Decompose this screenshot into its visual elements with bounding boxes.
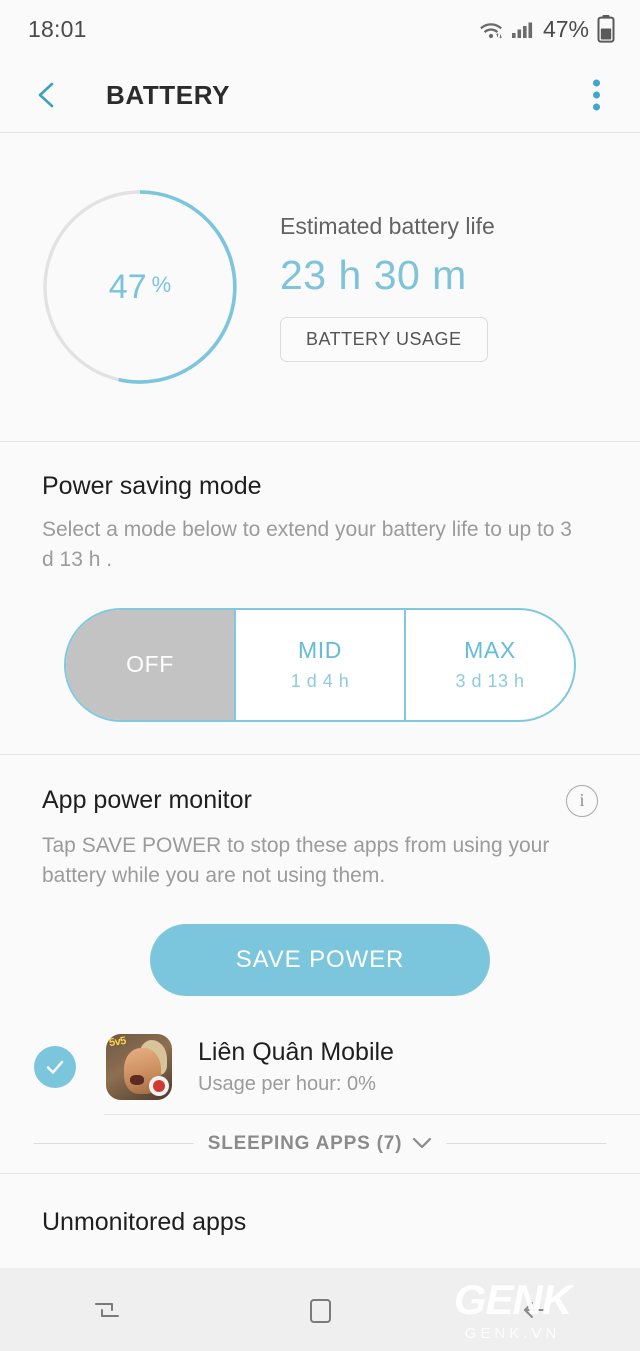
mode-option-mid[interactable]: MID 1 d 4 h xyxy=(236,609,406,720)
info-icon[interactable]: i xyxy=(566,784,598,817)
battery-icon xyxy=(597,15,615,43)
check-icon xyxy=(46,1060,64,1074)
sleeping-apps-label-group: SLEEPING APPS (7) xyxy=(194,1133,447,1155)
app-power-monitor-header: App power monitor i xyxy=(42,784,598,817)
back-arrow-icon xyxy=(524,1301,545,1318)
list-item[interactable]: 5v5 Liên Quân Mobile Usage per hour: 0% xyxy=(0,1020,640,1114)
wifi-icon xyxy=(480,23,503,39)
app-icon-mouth xyxy=(129,1074,145,1086)
battery-gauge-label: 47 % xyxy=(40,187,240,387)
app-power-monitor-section: App power monitor i Tap SAVE POWER to st… xyxy=(0,755,640,996)
recents-icon xyxy=(94,1302,119,1317)
unmonitored-apps-title: Unmonitored apps xyxy=(42,1207,247,1236)
mode-option-max-label: MAX xyxy=(464,637,516,664)
app-text: Liên Quân Mobile Usage per hour: 0% xyxy=(198,1037,394,1096)
estimated-battery-life-label: Estimated battery life xyxy=(280,212,495,239)
sleeping-apps-line-left xyxy=(34,1143,194,1145)
app-power-monitor-description: Tap SAVE POWER to stop these apps from u… xyxy=(42,833,550,888)
mode-option-off[interactable]: OFF xyxy=(66,609,236,720)
battery-gauge-value: 47 xyxy=(108,267,147,306)
sleeping-apps-label: SLEEPING APPS (7) xyxy=(207,1132,403,1154)
status-indicators: 47% xyxy=(478,14,616,44)
power-saving-section: Power saving mode Select a mode below to… xyxy=(0,442,640,722)
status-battery-percent: 47% xyxy=(542,15,589,42)
status-bar: 18:01 47% xyxy=(0,0,640,58)
app-icon-emblem xyxy=(148,1075,169,1096)
back-button[interactable] xyxy=(488,1280,578,1340)
lien-quan-mobile-app-icon: 5v5 xyxy=(106,1033,172,1100)
navigation-bar: GENK GENK.VN xyxy=(0,1268,640,1351)
sleeping-apps-toggle[interactable]: SLEEPING APPS (7) xyxy=(0,1115,640,1173)
battery-gauge-symbol: % xyxy=(151,272,172,297)
page-title: BATTERY xyxy=(106,79,231,110)
power-saving-title: Power saving mode xyxy=(42,472,262,500)
power-saving-description: Select a mode below to extend your batte… xyxy=(42,518,572,572)
battery-usage-button[interactable]: BATTERY USAGE xyxy=(280,316,488,362)
app-icon-badge: 5v5 xyxy=(107,1035,127,1050)
more-options-icon[interactable] xyxy=(587,74,606,117)
mode-option-max-sub: 3 d 13 h xyxy=(455,671,525,692)
signal-bars-icon xyxy=(511,22,533,38)
mode-option-mid-label: MID xyxy=(298,637,342,664)
chevron-down-icon xyxy=(413,1138,432,1149)
check-circle-icon[interactable] xyxy=(34,1045,76,1088)
app-bar: BATTERY xyxy=(0,58,640,132)
mode-option-mid-sub: 1 d 4 h xyxy=(290,671,350,692)
sleeping-apps-line-right xyxy=(446,1143,606,1145)
recents-button[interactable] xyxy=(62,1280,152,1340)
home-button[interactable] xyxy=(275,1280,365,1340)
power-saving-mode-selector: OFF MID 1 d 4 h MAX 3 d 13 h xyxy=(64,607,576,722)
mode-option-off-label: OFF xyxy=(126,651,174,678)
battery-gauge: 47 % xyxy=(40,187,240,387)
save-power-button[interactable]: SAVE POWER xyxy=(150,923,490,996)
app-power-monitor-title: App power monitor xyxy=(42,786,252,815)
app-name: Liên Quân Mobile xyxy=(198,1038,394,1067)
status-time: 18:01 xyxy=(28,15,87,42)
back-chevron-icon[interactable] xyxy=(30,78,64,112)
mode-option-max[interactable]: MAX 3 d 13 h xyxy=(406,610,574,720)
battery-summary-section: 47 % Estimated battery life 23 h 30 m BA… xyxy=(0,133,640,441)
estimated-battery-life-value: 23 h 30 m xyxy=(280,251,467,298)
app-usage: Usage per hour: 0% xyxy=(198,1073,376,1096)
battery-info: Estimated battery life 23 h 30 m BATTERY… xyxy=(280,213,495,362)
home-icon xyxy=(309,1298,331,1323)
